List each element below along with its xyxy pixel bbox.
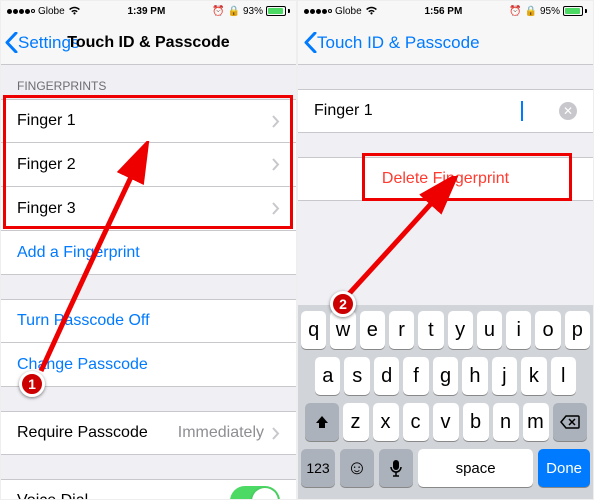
chevron-right-icon <box>272 427 280 440</box>
keyboard-row: asdfghjkl <box>301 357 590 395</box>
key-letter[interactable]: k <box>521 357 546 395</box>
key-letter[interactable]: n <box>493 403 519 441</box>
battery-icon <box>563 6 587 16</box>
key-letter[interactable]: e <box>360 311 385 349</box>
require-passcode-value: Immediately <box>178 424 264 442</box>
battery-icon <box>266 6 290 16</box>
section-header-fingerprints: FINGERPRINTS <box>1 65 296 99</box>
delete-fingerprint-button[interactable]: Delete Fingerprint <box>298 157 593 201</box>
nav-bar: Settings Touch ID & Passcode <box>1 21 296 65</box>
chevron-right-icon <box>272 158 280 171</box>
fingerprint-item[interactable]: Finger 2 <box>1 143 296 187</box>
screen-fingerprint-list: Globe 1:39 PM ⏰ 🔒 93% Settings Touch ID … <box>0 0 297 500</box>
fingerprint-label: Finger 1 <box>17 112 76 130</box>
wifi-icon <box>68 5 81 18</box>
nav-bar: Touch ID & Passcode <box>298 21 593 65</box>
fingerprint-item[interactable]: Finger 1 <box>1 99 296 143</box>
fingerprint-name-row: ✕ <box>298 89 593 133</box>
key-letter[interactable]: m <box>523 403 549 441</box>
back-button[interactable]: Touch ID & Passcode <box>298 32 480 53</box>
carrier-label: Globe <box>38 6 65 17</box>
key-space[interactable]: space <box>418 449 533 487</box>
status-bar: Globe 1:56 PM ⏰ 🔒 95% <box>298 1 593 21</box>
key-letter[interactable]: h <box>462 357 487 395</box>
status-bar: Globe 1:39 PM ⏰ 🔒 93% <box>1 1 296 21</box>
require-passcode-label: Require Passcode <box>17 424 148 442</box>
text-cursor <box>521 101 523 121</box>
backspace-icon <box>560 415 580 429</box>
fingerprint-item[interactable]: Finger 3 <box>1 187 296 231</box>
annotation-marker: 1 <box>19 371 45 397</box>
add-fingerprint-label: Add a Fingerprint <box>17 244 140 262</box>
rotation-lock-icon: 🔒 <box>228 6 240 17</box>
key-letter[interactable]: o <box>535 311 560 349</box>
key-letter[interactable]: p <box>565 311 590 349</box>
battery-percent: 93% <box>243 6 263 17</box>
key-letter[interactable]: x <box>373 403 399 441</box>
screen-fingerprint-edit: Globe 1:56 PM ⏰ 🔒 95% Touch ID & Passcod… <box>297 0 594 500</box>
key-letter[interactable]: t <box>418 311 443 349</box>
back-label: Settings <box>18 33 79 53</box>
voice-dial-label: Voice Dial <box>17 492 88 500</box>
key-letter[interactable]: c <box>403 403 429 441</box>
key-letter[interactable]: z <box>343 403 369 441</box>
back-button[interactable]: Settings <box>1 32 79 53</box>
chevron-right-icon <box>272 202 280 215</box>
keyboard-row: 123 ☺ space Done <box>301 449 590 487</box>
turn-passcode-off-label: Turn Passcode Off <box>17 312 150 330</box>
change-passcode-label: Change Passcode <box>17 356 148 374</box>
change-passcode-button[interactable]: Change Passcode <box>1 343 296 387</box>
add-fingerprint-button[interactable]: Add a Fingerprint <box>1 231 296 275</box>
mic-icon <box>389 459 403 477</box>
chevron-right-icon <box>272 115 280 128</box>
delete-fingerprint-label: Delete Fingerprint <box>382 170 509 188</box>
alarm-icon: ⏰ <box>212 6 224 17</box>
key-letter[interactable]: r <box>389 311 414 349</box>
keyboard: qwertyuiop asdfghjkl zxcvbnm 123 ☺ space… <box>298 305 593 499</box>
key-numbers[interactable]: 123 <box>301 449 335 487</box>
key-letter[interactable]: y <box>448 311 473 349</box>
key-letter[interactable]: q <box>301 311 326 349</box>
wifi-icon <box>365 5 378 18</box>
fingerprint-label: Finger 2 <box>17 156 76 174</box>
keyboard-row: zxcvbnm <box>301 403 590 441</box>
key-done[interactable]: Done <box>538 449 590 487</box>
signal-icon <box>7 9 35 14</box>
voice-dial-toggle[interactable] <box>230 486 280 500</box>
key-letter[interactable]: d <box>374 357 399 395</box>
key-letter[interactable]: l <box>551 357 576 395</box>
key-letter[interactable]: a <box>315 357 340 395</box>
fingerprint-label: Finger 3 <box>17 200 76 218</box>
back-label: Touch ID & Passcode <box>317 33 480 53</box>
clock: 1:39 PM <box>127 6 165 17</box>
shift-icon <box>314 414 330 430</box>
annotation-marker: 2 <box>330 291 356 317</box>
key-letter[interactable]: s <box>344 357 369 395</box>
key-letter[interactable]: j <box>492 357 517 395</box>
carrier-label: Globe <box>335 6 362 17</box>
battery-percent: 95% <box>540 6 560 17</box>
signal-icon <box>304 9 332 14</box>
clock: 1:56 PM <box>424 6 462 17</box>
key-letter[interactable]: b <box>463 403 489 441</box>
voice-dial-row: Voice Dial <box>1 479 296 500</box>
key-letter[interactable]: f <box>403 357 428 395</box>
key-letter[interactable]: g <box>433 357 458 395</box>
key-letter[interactable]: u <box>477 311 502 349</box>
require-passcode-row[interactable]: Require Passcode Immediately <box>1 411 296 455</box>
key-letter[interactable]: i <box>506 311 531 349</box>
alarm-icon: ⏰ <box>509 6 521 17</box>
key-mic[interactable] <box>379 449 413 487</box>
fingerprint-name-input[interactable] <box>314 102 521 120</box>
key-emoji[interactable]: ☺ <box>340 449 374 487</box>
turn-passcode-off-button[interactable]: Turn Passcode Off <box>1 299 296 343</box>
chevron-left-icon <box>5 32 18 53</box>
clear-text-icon[interactable]: ✕ <box>559 102 577 120</box>
key-letter[interactable]: v <box>433 403 459 441</box>
key-backspace[interactable] <box>553 403 587 441</box>
rotation-lock-icon: 🔒 <box>525 6 537 17</box>
chevron-left-icon <box>304 32 317 53</box>
key-shift[interactable] <box>305 403 339 441</box>
